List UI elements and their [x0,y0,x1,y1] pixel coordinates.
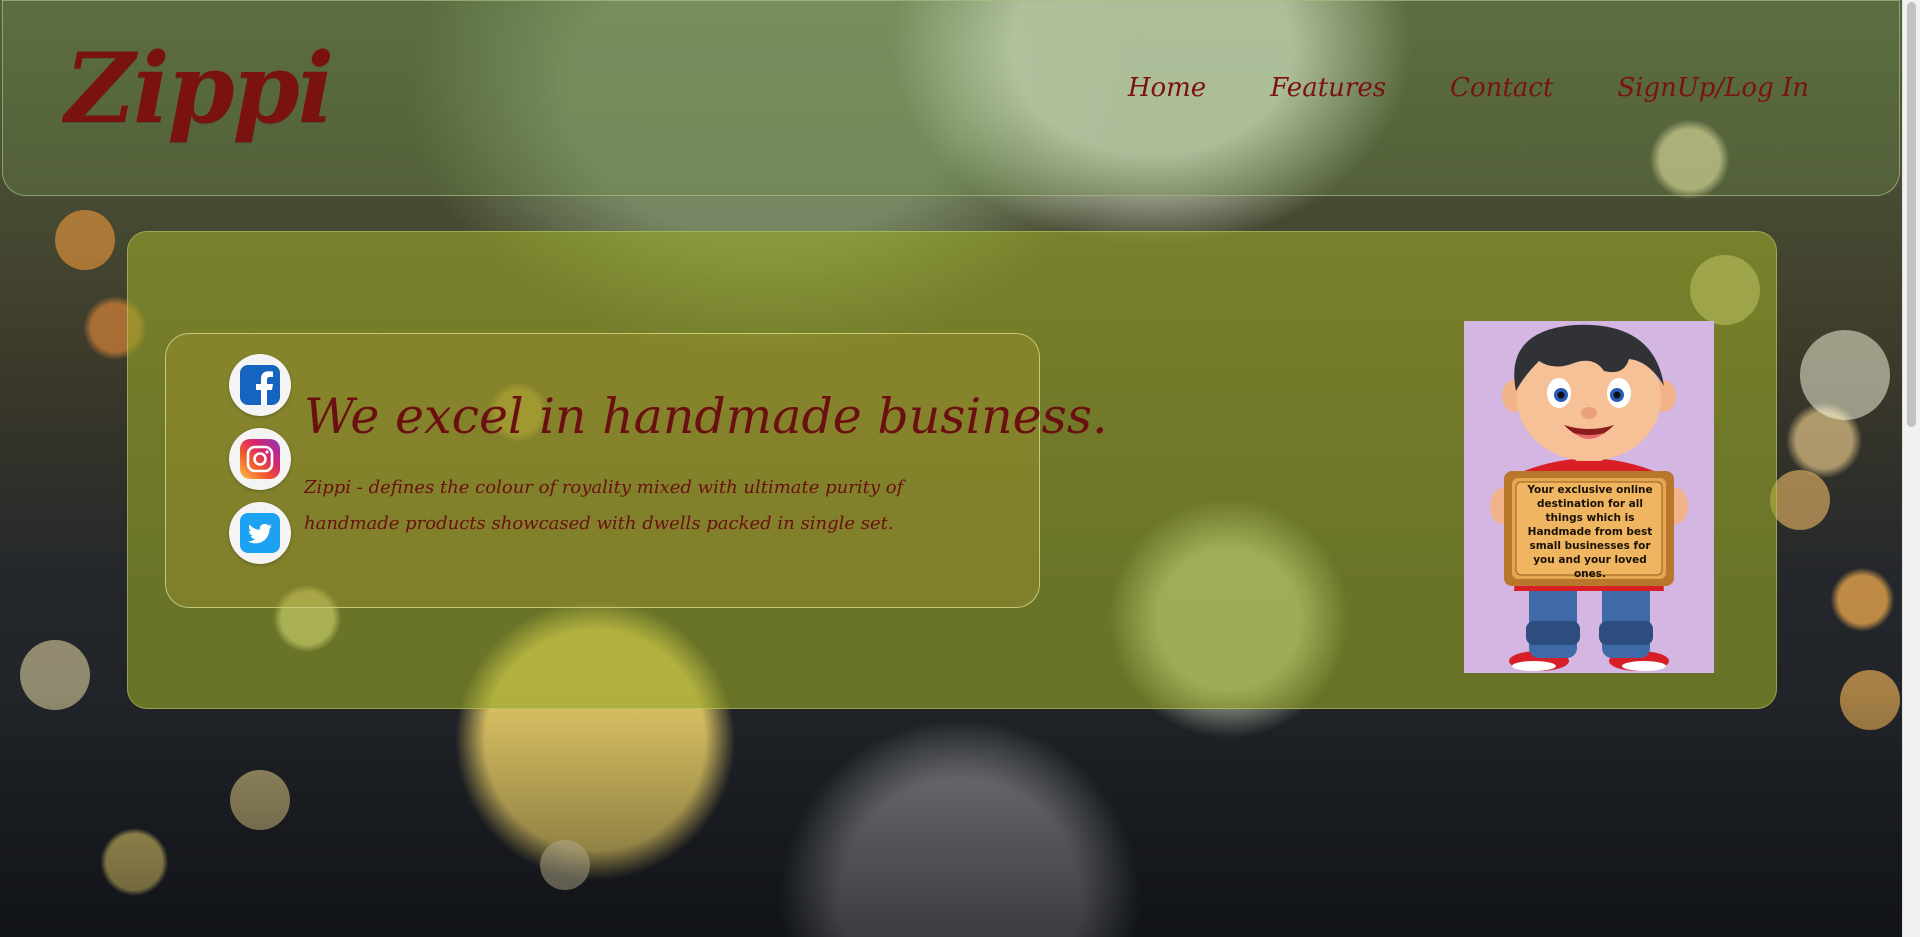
page: { "brand": { "logo_text": "Zippi", "colo… [0,0,1920,937]
hero-text-card: We excel in handmade business. Zippi - d… [165,333,1108,608]
brand-logo[interactable]: Zippi [65,41,334,137]
twitter-button[interactable] [229,502,291,564]
facebook-icon [240,365,280,405]
social-links [229,354,291,564]
hero-headline: We excel in handmade business. [304,388,1108,445]
top-navbar: Zippi Home Features Contact SignUp/Log I… [2,0,1900,196]
instagram-button[interactable] [229,428,291,490]
main-nav: Home Features Contact SignUp/Log In [1128,73,1809,103]
nav-home-link[interactable]: Home [1128,73,1206,103]
instagram-icon [240,439,280,479]
promo-poster: Your exclusive online destination for al… [1464,321,1714,673]
page-scrollbar[interactable] [1902,0,1920,937]
hero-section: We excel in handmade business. Zippi - d… [127,231,1777,709]
facebook-button[interactable] [229,354,291,416]
hero-description: Zippi - defines the colour of royality m… [304,477,904,534]
twitter-icon [240,513,280,553]
scrollbar-thumb[interactable] [1907,2,1916,427]
bokeh-light [1800,330,1890,420]
bokeh-light [55,210,115,270]
bokeh-light [1770,470,1830,530]
nav-contact-link[interactable]: Contact [1450,73,1553,103]
nav-signup-login-link[interactable]: SignUp/Log In [1617,73,1809,103]
nav-features-link[interactable]: Features [1270,73,1386,103]
poster-sign-text: Your exclusive online destination for al… [1527,484,1653,580]
background-shade [0,690,1920,937]
